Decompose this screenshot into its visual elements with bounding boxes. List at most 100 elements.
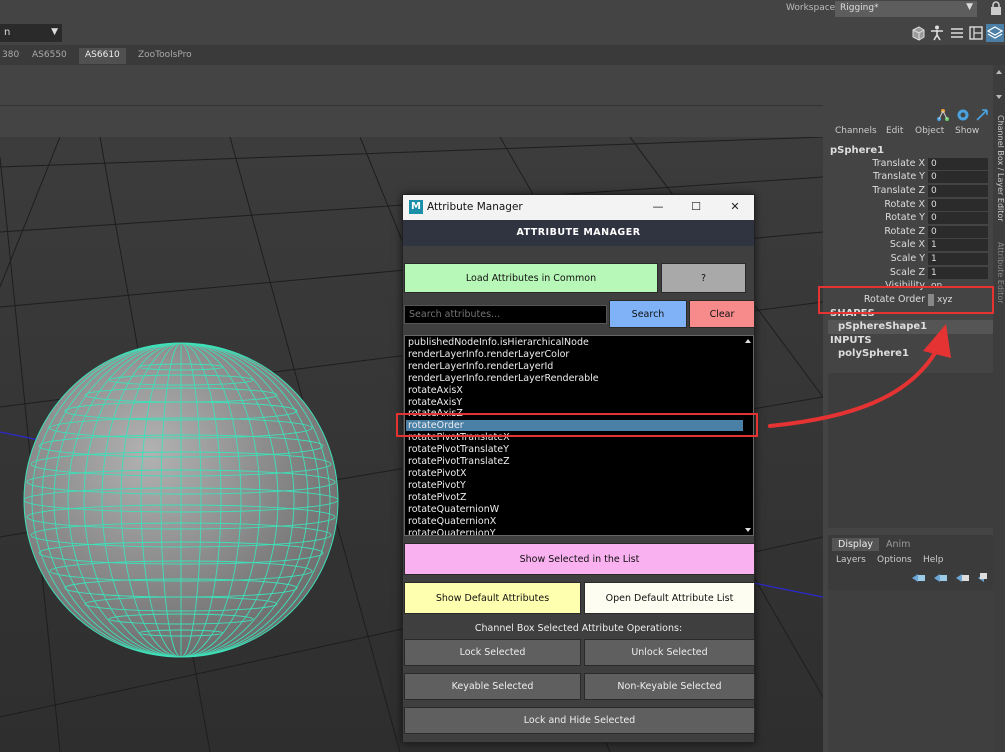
tab-display[interactable]: Display — [832, 538, 880, 551]
tab-channel-box[interactable]: Channel Box / Layer Editor — [993, 115, 1005, 222]
search-button[interactable]: Search — [609, 300, 687, 328]
channel-value[interactable]: 1 — [928, 239, 988, 251]
menu-set-select[interactable]: n ▼ — [0, 24, 62, 42]
list-item[interactable]: renderLayerInfo.renderLayerId — [408, 361, 553, 372]
non-keyable-selected-button[interactable]: Non-Keyable Selected — [584, 673, 755, 700]
channel-row[interactable]: Translate Y0 — [823, 171, 993, 184]
layer-list[interactable] — [828, 590, 993, 752]
list-item[interactable]: renderLayerInfo.renderLayerRenderable — [408, 373, 599, 384]
list-item[interactable]: publishedNodeInfo.isHierarchicalNode — [408, 337, 589, 348]
shelf-tab[interactable]: AS6550 — [26, 48, 73, 64]
shelf-content — [0, 65, 993, 105]
channel-row[interactable]: Scale Y1 — [823, 253, 993, 266]
channel-label: Translate Y — [873, 171, 925, 182]
list-item[interactable]: rotatePivotY — [408, 480, 466, 491]
list-item[interactable]: rotatePivotZ — [408, 492, 466, 503]
shelf-tab[interactable]: ZooToolsPro — [132, 48, 198, 64]
list-item[interactable]: rotatePivotX — [408, 468, 466, 479]
layers-icon[interactable] — [986, 24, 1004, 42]
channel-label: Scale X — [889, 239, 925, 250]
channel-value[interactable]: 0 — [928, 185, 988, 197]
channel-value[interactable]: 1 — [928, 267, 988, 279]
channel-row[interactable]: Translate X0 — [823, 158, 993, 171]
selected-object-name[interactable]: pSphere1 — [830, 145, 884, 156]
edit-menu[interactable]: Edit — [886, 126, 903, 136]
workspace-select[interactable]: Rigging* ▼ — [835, 1, 977, 17]
close-icon[interactable]: ✕ — [724, 198, 746, 216]
list-item[interactable]: renderLayerInfo.renderLayerColor — [408, 349, 569, 360]
maya-logo-icon: M — [409, 200, 423, 214]
channels-menu[interactable]: Channels — [835, 126, 877, 136]
window-title: Attribute Manager — [427, 201, 523, 213]
lock-selected-button[interactable]: Lock Selected — [404, 639, 581, 666]
layer-buttons[interactable] — [912, 572, 988, 584]
list-item[interactable]: rotatePivotTranslateZ — [408, 456, 510, 467]
shelf-tabs: 380 AS6550 AS6610 ZooToolsPro — [0, 45, 1005, 65]
chevron-down-icon: ▼ — [966, 2, 973, 12]
tool-settings-icon[interactable] — [975, 108, 989, 122]
list-item[interactable]: rotateQuaternionX — [408, 516, 496, 527]
dialog-header: ATTRIBUTE MANAGER — [403, 220, 754, 246]
lock-icon[interactable] — [990, 1, 1002, 16]
channel-label: Scale Y — [890, 253, 925, 264]
workspace-value: Rigging* — [840, 3, 879, 13]
list-item[interactable]: rotatePivotTranslateY — [408, 444, 509, 455]
help-button[interactable]: ? — [661, 263, 746, 293]
object-menu[interactable]: Object — [915, 126, 944, 136]
minimize-icon[interactable]: — — [647, 198, 669, 216]
options-menu[interactable]: Options — [877, 555, 912, 565]
top-menu-bar: Workspace: Rigging* ▼ — [0, 0, 1005, 20]
list-item[interactable]: rotateAxisX — [408, 385, 463, 396]
channel-row[interactable]: Rotate Z0 — [823, 226, 993, 239]
channel-row[interactable]: Rotate X0 — [823, 199, 993, 212]
channel-value[interactable]: 0 — [928, 212, 988, 224]
sphere-mesh[interactable] — [23, 342, 339, 658]
show-default-attributes-button[interactable]: Show Default Attributes — [404, 582, 581, 614]
panel-toolbar — [0, 105, 823, 137]
cube-icon[interactable] — [909, 24, 927, 42]
shelf-tab-active[interactable]: AS6610 — [79, 48, 126, 64]
figure-icon[interactable] — [928, 24, 946, 42]
channel-row[interactable]: Scale Z1 — [823, 267, 993, 280]
channel-value[interactable]: 0 — [928, 226, 988, 238]
unlock-selected-button[interactable]: Unlock Selected — [584, 639, 755, 666]
channel-value[interactable]: 0 — [928, 158, 988, 170]
panel-layout-icon[interactable] — [967, 24, 985, 42]
side-tabs: Channel Box / Layer Editor Attribute Edi… — [993, 105, 1005, 752]
channel-value[interactable]: 0 — [928, 199, 988, 211]
channel-row[interactable]: Scale X1 — [823, 239, 993, 252]
search-input[interactable] — [404, 305, 607, 324]
channel-label: Rotate Z — [884, 226, 925, 237]
list-item[interactable]: rotateQuaternionY — [408, 528, 496, 535]
node-graph-icon[interactable] — [936, 108, 950, 122]
channel-value[interactable]: 1 — [928, 253, 988, 265]
chevron-down-icon: ▼ — [51, 27, 58, 37]
tab-attribute-editor[interactable]: Attribute Editor — [993, 242, 1005, 304]
clear-button[interactable]: Clear — [689, 300, 755, 328]
open-default-list-button[interactable]: Open Default Attribute List — [584, 582, 755, 614]
attribute-manager-dialog: M Attribute Manager — ☐ ✕ ATTRIBUTE MANA… — [402, 194, 755, 743]
lock-and-hide-button[interactable]: Lock and Hide Selected — [404, 707, 755, 734]
maximize-icon[interactable]: ☐ — [685, 198, 707, 216]
shelf-tab[interactable]: 380 — [0, 48, 26, 64]
channel-value[interactable]: 0 — [928, 171, 988, 183]
list-icon[interactable] — [948, 24, 966, 42]
keyable-selected-button[interactable]: Keyable Selected — [404, 673, 581, 700]
attribute-icon[interactable] — [956, 108, 970, 122]
tab-anim[interactable]: Anim — [880, 538, 916, 551]
workspace-label: Workspace: — [786, 3, 839, 13]
help-menu[interactable]: Help — [923, 555, 944, 565]
list-item[interactable]: rotateAxisY — [408, 397, 462, 408]
list-item[interactable]: rotateQuaternionW — [408, 504, 499, 515]
layers-menu[interactable]: Layers — [836, 555, 866, 565]
show-menu[interactable]: Show — [955, 126, 979, 136]
channel-row[interactable]: Translate Z0 — [823, 185, 993, 198]
load-attributes-button[interactable]: Load Attributes in Common — [404, 263, 658, 293]
title-bar[interactable]: M Attribute Manager — ☐ ✕ — [403, 195, 754, 220]
channel-label: Rotate Y — [885, 212, 925, 223]
channel-row[interactable]: Rotate Y0 — [823, 212, 993, 225]
show-selected-button[interactable]: Show Selected in the List — [404, 543, 755, 575]
channel-label: Rotate X — [884, 199, 925, 210]
shelf-scrollbar[interactable] — [993, 65, 1005, 105]
scroll-arrows-icon — [996, 70, 1002, 99]
